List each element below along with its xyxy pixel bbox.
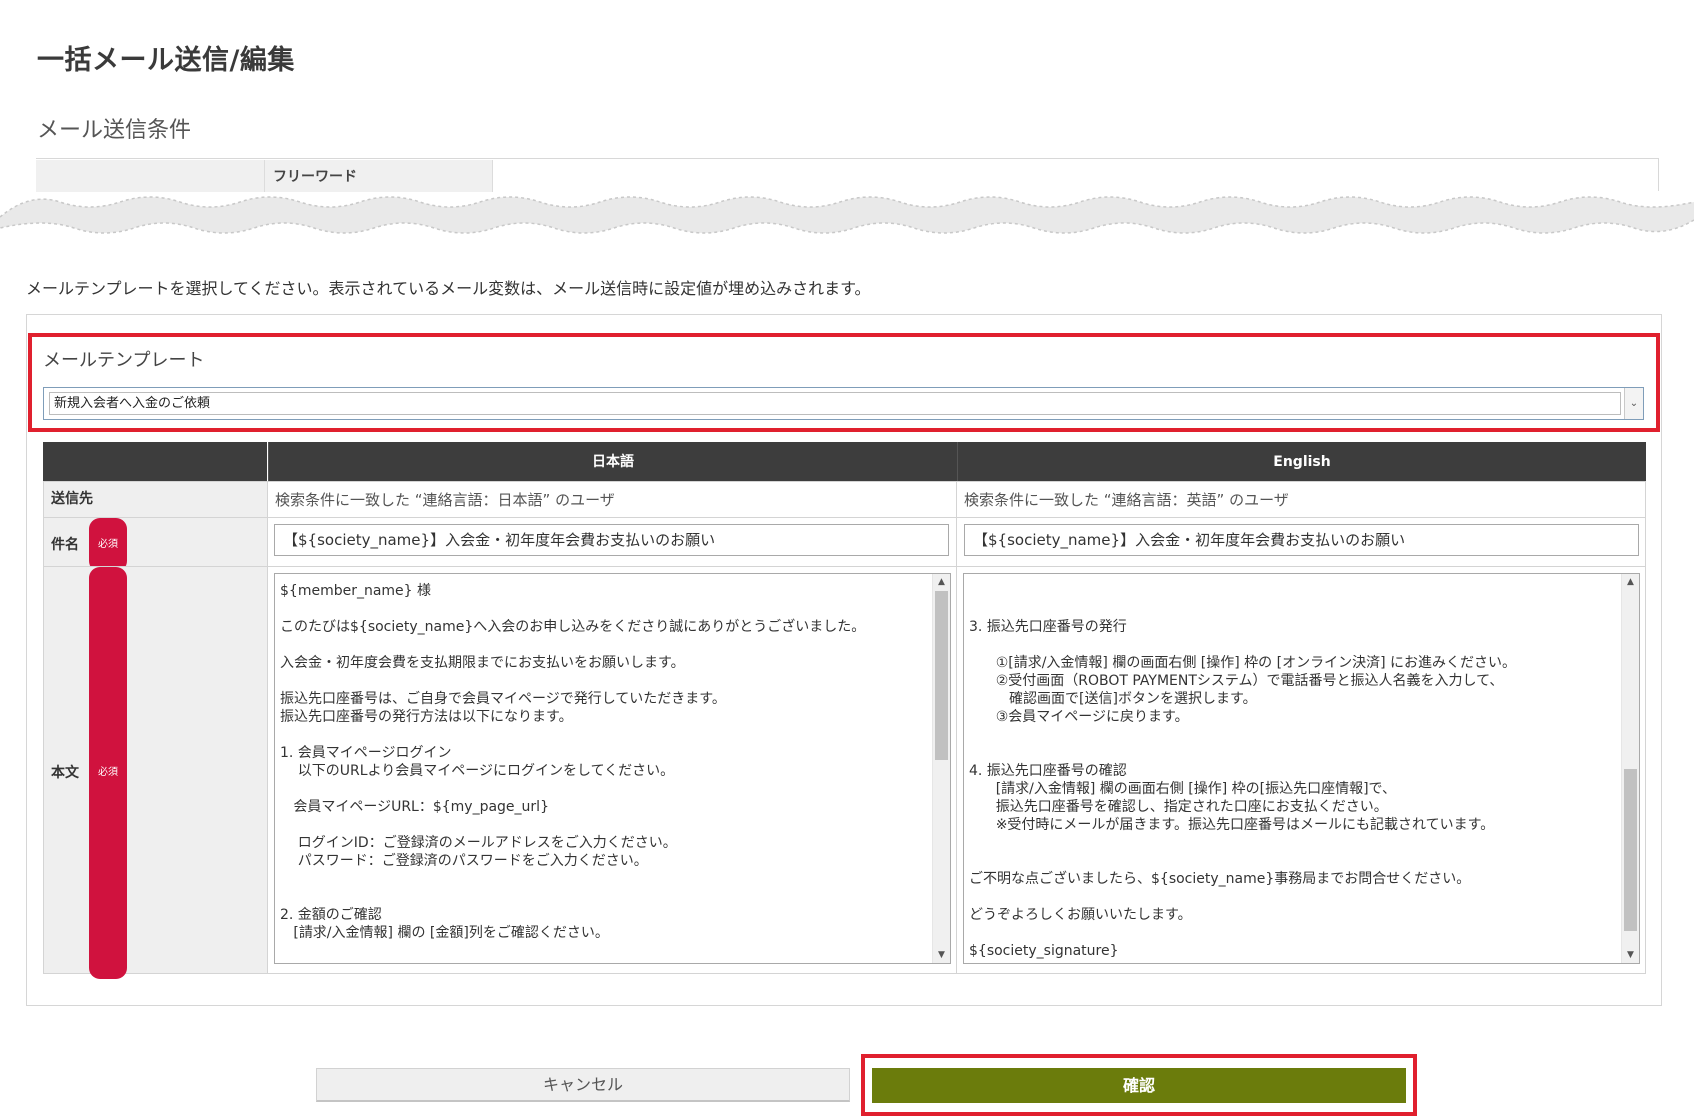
scroll-up-icon[interactable]: ▲: [933, 574, 950, 590]
body-textarea-japanese[interactable]: ${member_name} 様 このたびは${society_name}へ入会…: [274, 573, 951, 964]
body-scrollbar-english[interactable]: ▲ ▼: [1621, 574, 1639, 963]
template-label: メールテンプレート: [43, 350, 205, 371]
row-label-subject: 件名 必須: [43, 517, 268, 572]
recipient-japanese: 検索条件に一致した “連絡言語：日本語” のユーザ: [267, 481, 957, 518]
scroll-down-icon[interactable]: ▼: [1622, 947, 1639, 963]
grid-header-corner: [43, 442, 267, 482]
confirm-button[interactable]: 確認: [872, 1068, 1406, 1103]
row-label-body: 本文 必須: [43, 566, 268, 979]
grid-header-japanese: 日本語: [268, 442, 957, 482]
scroll-up-icon[interactable]: ▲: [1622, 574, 1639, 590]
subject-label: 件名: [51, 537, 79, 553]
body-label: 本文: [51, 765, 79, 781]
scroll-down-icon[interactable]: ▼: [933, 947, 950, 963]
body-text-japanese: ${member_name} 様 このたびは${society_name}へ入会…: [280, 583, 866, 941]
body-scrollbar-japanese[interactable]: ▲ ▼: [932, 574, 950, 963]
subject-input-japanese[interactable]: 【${society_name}】入会金・初年度年会費お支払いのお願い: [274, 524, 949, 556]
body-textarea-english[interactable]: 3. 振込先口座番号の発行 ①[請求/入金情報] 欄の画面右側 [操作] 枠の …: [963, 573, 1640, 964]
template-select-value: 新規入会者へ入金のご依頼: [49, 392, 1621, 415]
template-instruction: メールテンプレートを選択してください。表示されているメール変数は、メール送信時に…: [26, 279, 871, 298]
required-badge: 必須: [89, 567, 127, 979]
body-text-english: 3. 振込先口座番号の発行 ①[請求/入金情報] 欄の画面右側 [操作] 枠の …: [969, 619, 1516, 959]
grid-header-english: English: [957, 442, 1646, 482]
cut-wave-divider: [0, 196, 1694, 234]
scroll-thumb[interactable]: [935, 591, 948, 760]
required-badge: 必須: [89, 518, 127, 572]
subject-input-english[interactable]: 【${society_name}】入会金・初年度年会費お支払いのお願い: [964, 524, 1639, 556]
chevron-down-icon[interactable]: ⌄: [1624, 388, 1643, 419]
scroll-thumb[interactable]: [1624, 769, 1637, 931]
section-title-conditions: メール送信条件: [37, 118, 192, 143]
template-select[interactable]: 新規入会者へ入金のご依頼 ⌄: [43, 387, 1644, 420]
page-title: 一括メール送信/編集: [37, 45, 295, 76]
row-label-recipient: 送信先: [43, 481, 268, 518]
cancel-button[interactable]: キャンセル: [316, 1068, 850, 1102]
recipient-english: 検索条件に一致した “連絡言語：英語” のユーザ: [956, 481, 1646, 518]
